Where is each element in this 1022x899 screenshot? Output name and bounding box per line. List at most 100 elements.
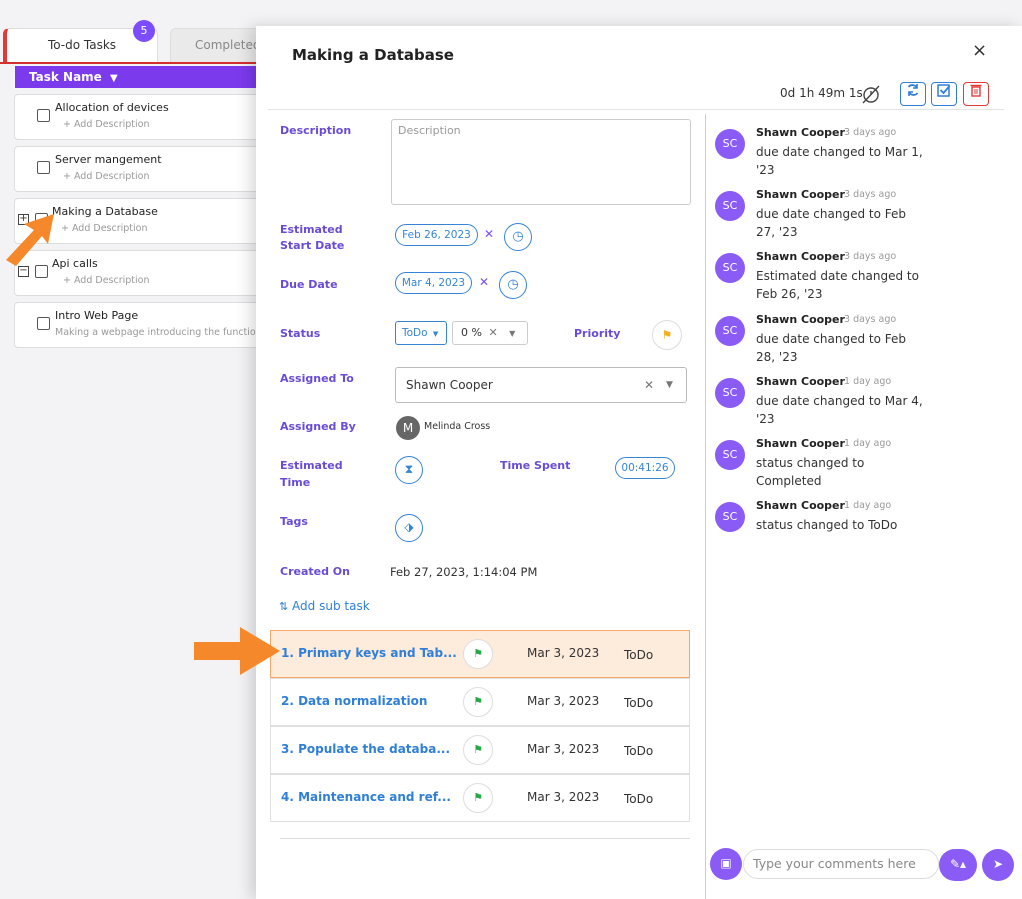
tab-completed[interactable]: Completed xyxy=(170,28,265,63)
task-card[interactable]: Server mangement + Add Description xyxy=(14,146,264,192)
activity-text: due date changed to Mar 4, '23 xyxy=(756,392,946,428)
start-date-pill[interactable]: Feb 26, 2023 xyxy=(395,224,478,246)
subtask-row[interactable]: 4. Maintenance and ref... ⚑ Mar 3, 2023 … xyxy=(270,774,690,822)
avatar: SC xyxy=(715,316,745,346)
clock-icon[interactable]: ◷ xyxy=(499,271,527,299)
add-subtask-link[interactable]: ⇅ Add sub task xyxy=(279,599,370,613)
subtask-name[interactable]: 3. Populate the databa... xyxy=(281,742,450,756)
attach-image-button[interactable]: ▣ xyxy=(710,848,742,880)
clear-icon[interactable]: ✕ xyxy=(644,368,654,402)
assigned-to-select[interactable]: Shawn Cooper ✕ ▼ xyxy=(395,367,687,403)
subtask-row[interactable]: 1. Primary keys and Tab... ⚑ Mar 3, 2023… xyxy=(270,630,690,678)
mark-complete-button[interactable] xyxy=(931,82,957,106)
activity-time: 3 days ago xyxy=(844,251,897,262)
add-description-link[interactable]: + Add Description xyxy=(61,223,148,234)
flag-icon[interactable]: ⚑ xyxy=(463,735,493,765)
avatar: SC xyxy=(715,253,745,283)
hourglass-icon[interactable]: ⧗ xyxy=(395,456,423,484)
add-description-link[interactable]: + Add Description xyxy=(63,171,150,182)
activity-item: SC Shawn Cooper 3 days ago due date chan… xyxy=(715,126,995,191)
clock-icon[interactable]: ◷ xyxy=(504,223,532,251)
task-checkbox[interactable] xyxy=(37,109,50,122)
task-card[interactable]: Allocation of devices + Add Description xyxy=(14,94,264,140)
panel-divider xyxy=(705,114,706,899)
activity-line: due date changed to Feb xyxy=(756,207,906,221)
attachment-menu-button[interactable]: ✎▴ xyxy=(939,849,977,881)
clear-start-date-icon[interactable]: ✕ xyxy=(484,227,494,241)
time-spent-label: Time Spent xyxy=(500,459,571,472)
timer-readout: 0d 1h 49m 1s xyxy=(780,86,863,100)
status-label: Status xyxy=(280,327,321,340)
avatar: SC xyxy=(715,191,745,221)
image-icon: ▣ xyxy=(720,856,732,870)
close-icon[interactable]: × xyxy=(972,40,987,61)
avatar: M xyxy=(396,416,420,440)
avatar: SC xyxy=(715,502,745,532)
task-checkbox[interactable] xyxy=(37,317,50,330)
activity-line: Estimated date changed to xyxy=(756,269,919,283)
flag-icon[interactable]: ⚑ xyxy=(463,783,493,813)
subtask-status: ToDo xyxy=(624,648,654,662)
flag-icon[interactable]: ⚑ xyxy=(463,639,493,669)
task-detail-panel: Making a Database × 0d 1h 49m 1s Descrip… xyxy=(194,26,1022,899)
priority-flag-button[interactable]: ⚑ xyxy=(652,320,682,350)
activity-user: Shawn Cooper xyxy=(756,437,845,450)
trash-icon xyxy=(970,84,982,97)
activity-item: SC Shawn Cooper 3 days ago due date chan… xyxy=(715,313,995,378)
status-dropdown[interactable]: ToDo ▼ xyxy=(395,321,447,345)
task-card[interactable]: Intro Web Page Making a webpage introduc… xyxy=(14,302,264,348)
subtask-date: Mar 3, 2023 xyxy=(527,790,600,804)
clear-icon[interactable]: ✕ xyxy=(488,326,497,339)
activity-text: Estimated date changed to Feb 26, '23 xyxy=(756,267,946,303)
activity-time: 3 days ago xyxy=(844,314,897,325)
comment-input[interactable]: Type your comments here xyxy=(743,849,939,879)
subtask-name[interactable]: 2. Data normalization xyxy=(281,694,427,708)
activity-time: 1 day ago xyxy=(844,438,892,449)
column-header-label: Task Name xyxy=(29,70,102,84)
add-subtask-label: Add sub task xyxy=(292,599,370,613)
due-date-pill[interactable]: Mar 4, 2023 xyxy=(395,272,472,294)
timer-off-icon[interactable] xyxy=(861,84,881,104)
task-checkbox[interactable] xyxy=(37,161,50,174)
task-name-column-header[interactable]: Task Name ▼ xyxy=(15,66,260,88)
activity-text: due date changed to Feb 27, '23 xyxy=(756,205,946,241)
subtask-icon: ⇅ xyxy=(279,600,289,613)
created-on-value: Feb 27, 2023, 1:14:04 PM xyxy=(390,565,538,579)
avatar: SC xyxy=(715,129,745,159)
send-icon: ➤ xyxy=(992,857,1004,871)
activity-time: 1 day ago xyxy=(844,500,892,511)
subtask-row[interactable]: 3. Populate the databa... ⚑ Mar 3, 2023 … xyxy=(270,726,690,774)
status-value: ToDo xyxy=(402,327,428,339)
activity-line: 28, '23 xyxy=(756,350,798,364)
task-title-heading: Making a Database xyxy=(292,46,454,64)
filter-icon[interactable]: ▼ xyxy=(110,73,118,84)
check-box-icon xyxy=(937,84,951,97)
progress-select[interactable]: 0 % ✕ ▼ xyxy=(452,321,528,345)
header-divider xyxy=(268,109,1004,110)
activity-user: Shawn Cooper xyxy=(756,499,845,512)
subtask-name[interactable]: 4. Maintenance and ref... xyxy=(281,790,451,804)
subtask-row[interactable]: 2. Data normalization ⚑ Mar 3, 2023 ToDo xyxy=(270,678,690,726)
refresh-button[interactable] xyxy=(900,82,926,106)
subtask-name[interactable]: 1. Primary keys and Tab... xyxy=(281,646,457,660)
clear-due-date-icon[interactable]: ✕ xyxy=(479,275,489,289)
activity-line: '23 xyxy=(756,412,775,426)
activity-text: due date changed to Mar 1, '23 xyxy=(756,143,946,179)
flag-icon[interactable]: ⚑ xyxy=(463,687,493,717)
description-label: Description xyxy=(280,124,352,137)
chevron-down-icon: ▼ xyxy=(666,380,673,390)
send-button[interactable]: ➤ xyxy=(982,849,1014,881)
tab-todo-tasks[interactable]: To-do Tasks 5 xyxy=(3,20,158,63)
subtask-status: ToDo xyxy=(624,696,654,710)
activity-item: SC Shawn Cooper 1 day ago status changed… xyxy=(715,437,995,502)
activity-line: Feb 26, '23 xyxy=(756,287,823,301)
delete-button[interactable] xyxy=(963,82,989,106)
add-description-link[interactable]: + Add Description xyxy=(63,275,150,286)
description-textarea[interactable]: Description xyxy=(391,119,691,205)
tab-count-badge: 5 xyxy=(133,20,155,42)
add-description-link[interactable]: + Add Description xyxy=(63,119,150,130)
assigned-by-label: Assigned By xyxy=(280,420,356,433)
tag-icon[interactable]: ⬗ xyxy=(395,514,423,542)
priority-label: Priority xyxy=(574,327,621,340)
activity-text: status changed to ToDo xyxy=(756,516,946,534)
